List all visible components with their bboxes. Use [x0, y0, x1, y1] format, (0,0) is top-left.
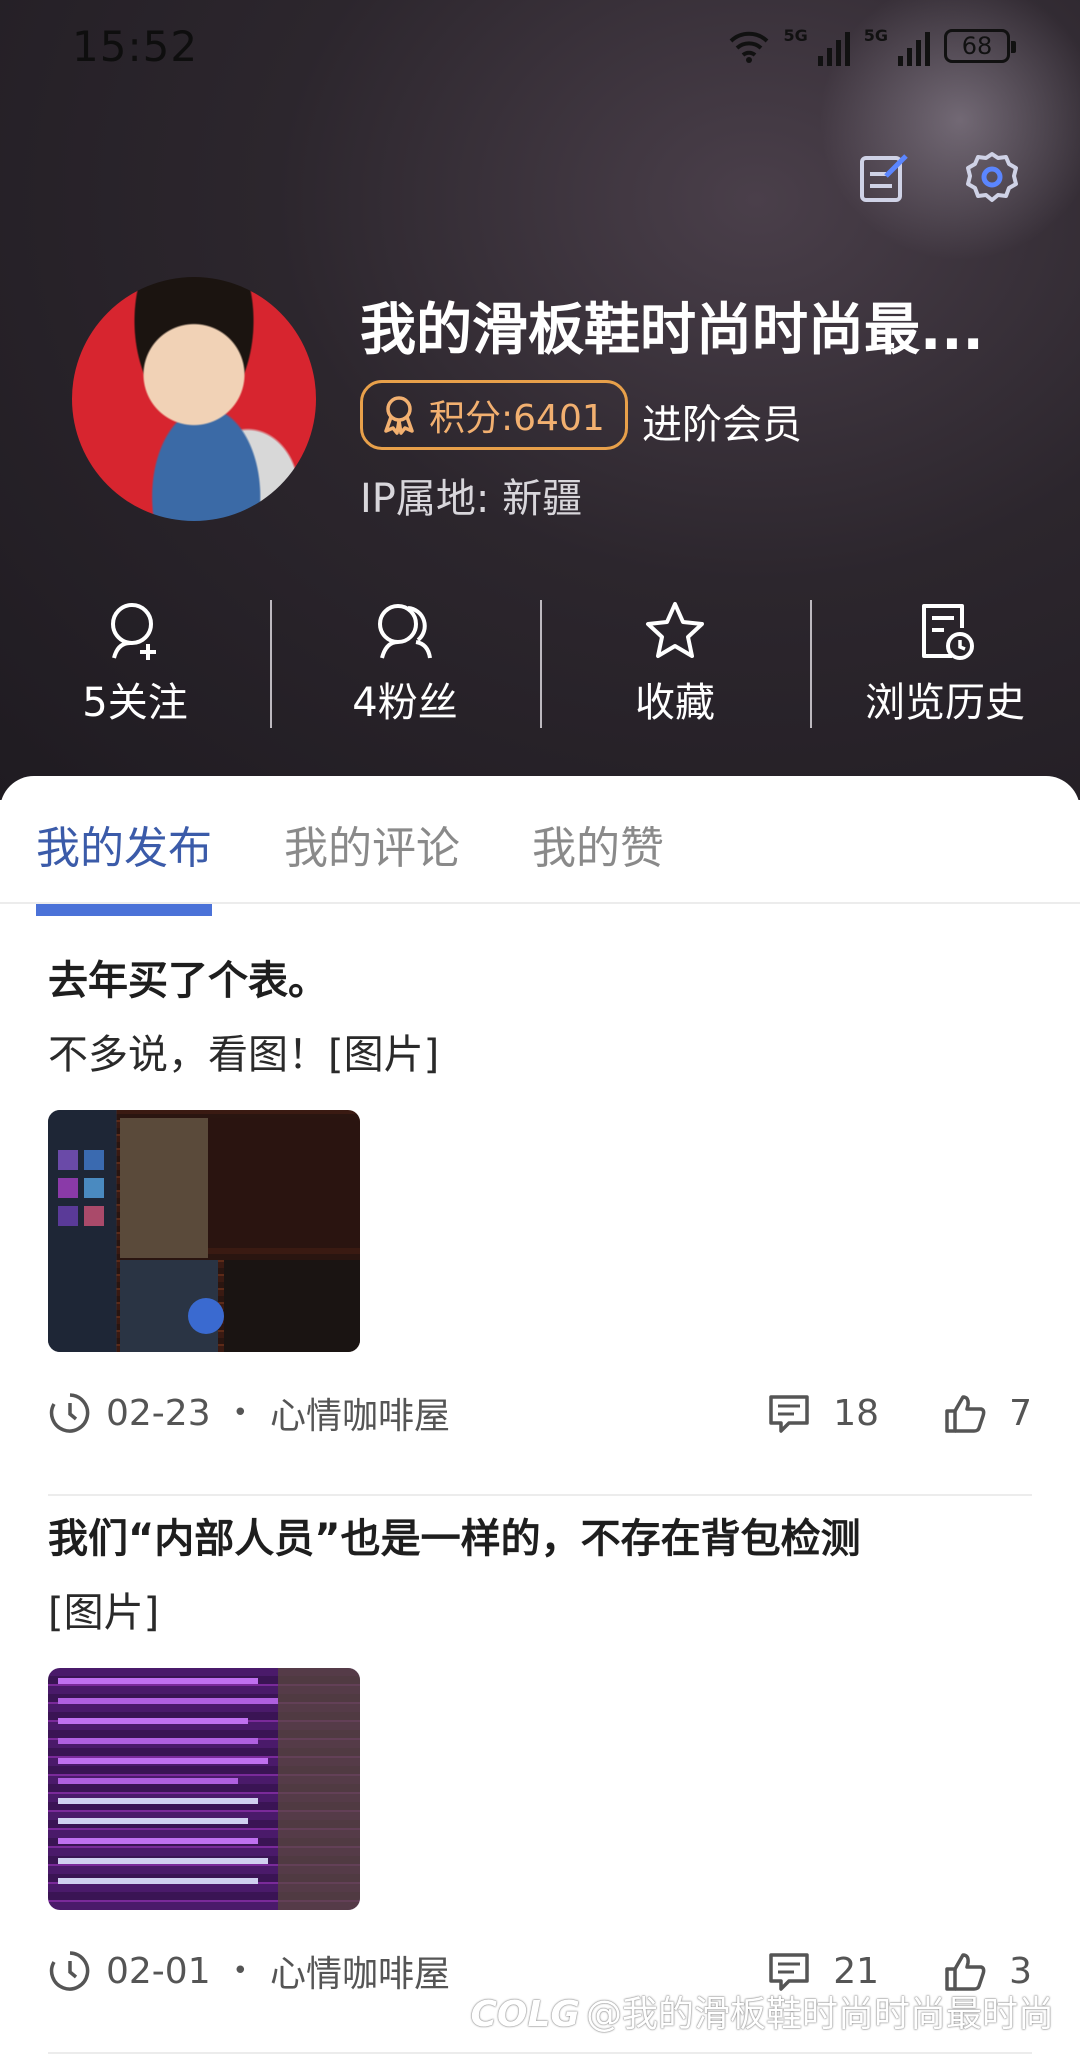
- fans-icon: [378, 604, 432, 659]
- post-image[interactable]: [48, 1668, 360, 1910]
- stat-label: 浏览历史: [865, 680, 1025, 726]
- comment-count: 18: [833, 1392, 880, 1434]
- post-meta: 02-23 • 心情咖啡屋 18 7: [48, 1388, 1032, 1438]
- list-item[interactable]: 去年买了个表。 不多说，看图！[图片] 02-23 • 心情咖啡屋 18 7: [48, 948, 1032, 1496]
- tab-my-likes[interactable]: 我的赞: [532, 812, 664, 916]
- watermark-logo: COLG: [470, 1994, 580, 2035]
- network-type-label: 5G: [783, 26, 808, 45]
- separator-dot: •: [232, 1398, 248, 1428]
- username: 我的滑板鞋时尚时尚最...: [360, 298, 984, 363]
- post-title: 我们“内部人员”也是一样的，不存在背包检测: [48, 1516, 861, 1562]
- post-divider: [48, 1494, 1032, 1496]
- like-count: 7: [1009, 1392, 1032, 1434]
- game-screenshot-icon: [58, 1668, 360, 1910]
- signal-icon: [817, 26, 850, 66]
- tab-divider: [0, 902, 1080, 904]
- stat-label: 4粉丝: [352, 680, 458, 726]
- clock-icon: [49, 1393, 90, 1433]
- post-body: 不多说，看图！[图片]: [48, 1032, 440, 1078]
- thumbs-up-icon[interactable]: [943, 1391, 987, 1435]
- ip-location: IP属地: 新疆: [360, 476, 583, 522]
- post-title: 去年买了个表。: [48, 958, 328, 1004]
- watermark: COLG @我的滑板鞋时尚时尚最时尚: [470, 1985, 1054, 2037]
- medal-icon: [384, 396, 414, 435]
- profile-stats: 5关注 4粉丝 收藏 浏览历史: [0, 598, 1080, 728]
- member-level: 进阶会员: [642, 402, 802, 448]
- separator-dot: •: [232, 1956, 248, 1986]
- star-icon: [646, 602, 704, 658]
- post-board[interactable]: 心情咖啡屋: [270, 1387, 450, 1439]
- watermark-text: @我的滑板鞋时尚时尚最时尚: [585, 1994, 1054, 2035]
- follow-icon: [111, 603, 156, 660]
- status-time: 15:52: [72, 22, 199, 71]
- tab-my-posts[interactable]: 我的发布: [36, 812, 212, 916]
- stat-history[interactable]: 浏览历史: [810, 598, 1080, 728]
- signal-icon: [898, 26, 930, 66]
- tab-my-comments[interactable]: 我的评论: [284, 812, 460, 916]
- avatar[interactable]: [72, 277, 316, 521]
- post-board[interactable]: 心情咖啡屋: [270, 1945, 450, 1997]
- post-body: [图片]: [48, 1590, 160, 1636]
- comment-icon[interactable]: [767, 1391, 811, 1435]
- list-item[interactable]: 我们“内部人员”也是一样的，不存在背包检测 [图片] 02-01 • 心情咖啡屋…: [48, 1506, 1032, 2054]
- edit-icon[interactable]: [856, 150, 912, 206]
- network-type-label: 5G: [863, 26, 888, 45]
- stat-favorites[interactable]: 收藏: [540, 598, 810, 728]
- wifi-icon: [730, 31, 769, 63]
- game-screenshot-icon: [48, 1110, 360, 1352]
- stat-following[interactable]: 5关注: [0, 598, 270, 728]
- post-image[interactable]: [48, 1110, 360, 1352]
- clock-icon: [49, 1951, 90, 1991]
- stat-fans[interactable]: 4粉丝: [270, 598, 540, 728]
- stat-label: 收藏: [635, 680, 715, 726]
- battery-icon: 68: [944, 29, 1016, 63]
- post-date: 02-23: [106, 1392, 211, 1434]
- points-label: 积分:6401: [429, 398, 605, 439]
- stat-label: 5关注: [82, 680, 188, 726]
- post-date: 02-01: [106, 1950, 211, 1992]
- points-badge[interactable]: 积分:6401: [360, 380, 628, 450]
- settings-icon[interactable]: [964, 150, 1020, 206]
- tab-bar: 我的发布 我的评论 我的赞: [36, 812, 736, 916]
- content-sheet: 我的发布 我的评论 我的赞 去年买了个表。 不多说，看图！[图片] 02-23 …: [0, 776, 1080, 2054]
- status-bar: 15:52 5G 5G 68: [0, 0, 1080, 100]
- history-icon: [922, 604, 974, 660]
